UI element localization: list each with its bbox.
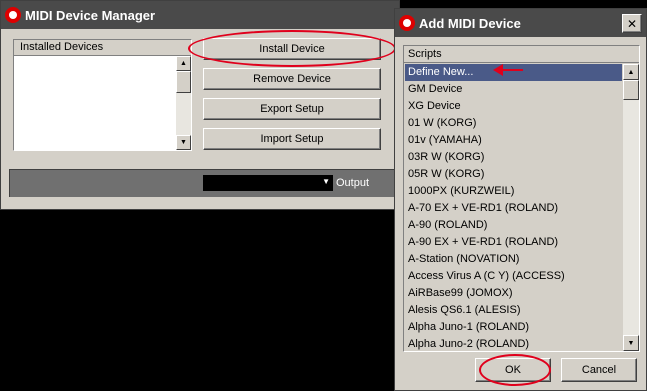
manager-titlebar[interactable]: MIDI Device Manager xyxy=(1,1,399,29)
scripts-scrollbar[interactable]: ▲ ▼ xyxy=(623,64,639,351)
import-setup-button[interactable]: Import Setup xyxy=(203,128,381,150)
scripts-list[interactable]: Scripts Define New... GM Device XG Device 0… xyxy=(403,45,640,352)
script-item[interactable]: GM Device xyxy=(405,81,622,98)
script-item[interactable]: AiRBase99 (JOMOX) xyxy=(405,285,622,302)
script-item[interactable]: Alpha Juno-2 (ROLAND) xyxy=(405,336,622,351)
script-item[interactable]: 01 W (KORG) xyxy=(405,115,622,132)
output-label: Output xyxy=(336,177,370,189)
dialog-title: Add MIDI Device xyxy=(419,15,521,31)
chevron-down-icon: ▼ xyxy=(322,177,330,186)
scroll-down-icon[interactable]: ▼ xyxy=(176,135,191,150)
add-midi-device-dialog: Add MIDI Device ✕ Scripts Define New... G… xyxy=(394,8,647,391)
cubase-logo-icon xyxy=(5,7,21,23)
export-setup-button[interactable]: Export Setup xyxy=(203,98,381,120)
installed-devices-list[interactable]: Installed Devices ▲ ▼ xyxy=(13,39,192,151)
script-item[interactable]: Access Virus A (C Y) (ACCESS) xyxy=(405,268,622,285)
installed-devices-label: Installed Devices xyxy=(20,41,104,53)
dialog-titlebar[interactable]: Add MIDI Device xyxy=(395,9,646,37)
cubase-logo-icon xyxy=(399,15,415,31)
installed-devices-header: Installed Devices xyxy=(14,40,191,56)
remove-device-button[interactable]: Remove Device xyxy=(203,68,381,90)
script-item[interactable]: A-90 EX + VE-RD1 (ROLAND) xyxy=(405,234,622,251)
output-bar: ▼ Output xyxy=(9,169,399,197)
script-item[interactable]: XG Device xyxy=(405,98,622,115)
script-items: Define New... GM Device XG Device 01 W (KOR… xyxy=(405,64,622,351)
ok-highlight-ring xyxy=(479,354,551,386)
script-item[interactable]: Alpha Juno-1 (ROLAND) xyxy=(405,319,622,336)
script-item[interactable]: 03R W (KORG) xyxy=(405,149,622,166)
annotation-arrow-icon xyxy=(491,60,525,80)
scroll-down-icon[interactable]: ▼ xyxy=(623,335,639,351)
scroll-up-icon[interactable]: ▲ xyxy=(176,56,191,71)
script-item[interactable]: 1000PX (KURZWEIL) xyxy=(405,183,622,200)
output-select[interactable]: ▼ xyxy=(203,175,333,191)
script-item[interactable]: 01v (YAMAHA) xyxy=(405,132,622,149)
script-item[interactable]: A-70 EX + VE-RD1 (ROLAND) xyxy=(405,200,622,217)
scroll-thumb[interactable] xyxy=(623,80,639,100)
cancel-button[interactable]: Cancel xyxy=(561,358,637,382)
script-item[interactable]: Alesis QS6.1 (ALESIS) xyxy=(405,302,622,319)
scroll-up-icon[interactable]: ▲ xyxy=(623,64,639,80)
scroll-thumb[interactable] xyxy=(176,71,191,93)
script-item[interactable]: A-90 (ROLAND) xyxy=(405,217,622,234)
close-icon[interactable]: ✕ xyxy=(622,14,642,33)
install-highlight-ring xyxy=(188,30,396,67)
scripts-label: Scripts xyxy=(408,48,442,60)
script-item[interactable]: A-Station (NOVATION) xyxy=(405,251,622,268)
installed-scrollbar[interactable]: ▲ ▼ xyxy=(176,56,191,150)
manager-title: MIDI Device Manager xyxy=(25,7,156,23)
script-item[interactable]: 05R W (KORG) xyxy=(405,166,622,183)
